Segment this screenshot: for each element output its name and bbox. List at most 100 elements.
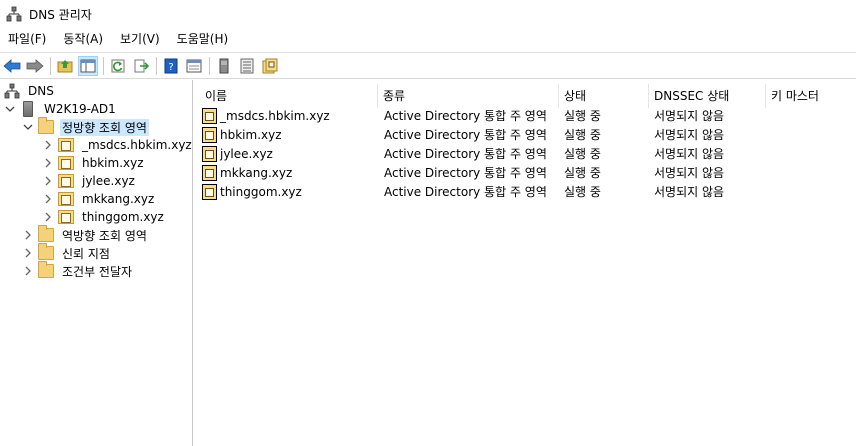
zone-icon — [202, 127, 217, 143]
tree-node-zone[interactable]: jylee.xyz — [42, 172, 137, 190]
toolbar: ? — [0, 52, 856, 79]
cell-status: 실행 중 — [564, 128, 601, 142]
tree-label-zone: thinggom.xyz — [82, 210, 164, 224]
forward-arrow-icon[interactable] — [25, 56, 45, 76]
tree-node-zone[interactable]: mkkang.xyz — [42, 190, 156, 208]
tree-label-dns: DNS — [28, 84, 54, 98]
cell-status: 실행 중 — [564, 109, 601, 123]
column-headers: 이름 종류 상태 DNSSEC 상태 키 마스터 — [196, 84, 856, 108]
list-row[interactable]: mkkang.xyz Active Directory 통합 주 영역 실행 중… — [196, 164, 856, 183]
cell-name: _msdcs.hbkim.xyz — [220, 109, 330, 123]
tree-label-zone: _msdcs.hbkim.xyz — [82, 138, 192, 152]
tree-label-conditional-forwarders: 조건부 전달자 — [62, 264, 133, 279]
chevron-down-icon[interactable] — [4, 103, 16, 115]
menu-bar: 파일(F) 동작(A) 보기(V) 도움말(H) — [0, 28, 856, 50]
tree-node-reverse-zones[interactable]: 역방향 조회 영역 — [22, 225, 149, 244]
zone-icon — [202, 108, 217, 124]
zone-icon — [58, 156, 74, 170]
zone-icon — [58, 192, 74, 206]
cell-status: 실행 중 — [564, 185, 601, 199]
tree-node-server[interactable]: W2K19-AD1 — [4, 100, 118, 118]
chevron-right-icon[interactable] — [42, 211, 54, 223]
zone-icon — [58, 138, 74, 152]
list-icon[interactable] — [237, 56, 257, 76]
back-arrow-icon[interactable] — [2, 56, 22, 76]
export-list-icon[interactable] — [131, 56, 151, 76]
chevron-down-icon[interactable] — [22, 121, 34, 133]
server-icon[interactable] — [214, 56, 234, 76]
cell-name: jylee.xyz — [220, 147, 273, 161]
chevron-right-icon[interactable] — [42, 157, 54, 169]
column-header-type[interactable]: 종류 — [378, 84, 559, 108]
tree-label-forward-zones: 정방향 조회 영역 — [60, 118, 149, 136]
cell-name: thinggom.xyz — [220, 185, 302, 199]
dns-manager-icon — [6, 6, 22, 22]
tree-label-zone: hbkim.xyz — [82, 156, 144, 170]
title-bar: DNS 관리자 — [0, 0, 856, 28]
folder-open-icon — [38, 117, 54, 134]
tree-node-zone[interactable]: thinggom.xyz — [42, 208, 166, 226]
tree-node-zone[interactable]: hbkim.xyz — [42, 154, 146, 172]
cell-status: 실행 중 — [564, 166, 601, 180]
cell-type: Active Directory 통합 주 영역 — [384, 128, 547, 142]
menu-view[interactable]: 보기(V) — [114, 28, 166, 50]
zone-icon — [202, 184, 217, 200]
up-folder-icon[interactable] — [55, 56, 75, 76]
show-hide-tree-icon[interactable] — [78, 55, 98, 76]
cell-name: hbkim.xyz — [220, 128, 282, 142]
toolbar-separator — [50, 56, 51, 75]
chevron-right-icon[interactable] — [42, 175, 54, 187]
menu-action[interactable]: 동작(A) — [57, 28, 109, 50]
refresh-icon[interactable] — [108, 56, 128, 76]
tree-node-dns[interactable]: DNS — [4, 82, 56, 100]
cell-status: 실행 중 — [564, 147, 601, 161]
zone-icon — [202, 146, 217, 162]
tree-label-reverse-zones: 역방향 조회 영역 — [62, 228, 147, 243]
results-pane: 이름 종류 상태 DNSSEC 상태 키 마스터 _msdcs.hbkim.xy… — [196, 80, 856, 446]
tree-node-trust-points[interactable]: 신뢰 지점 — [22, 243, 112, 262]
chevron-right-icon[interactable] — [22, 229, 34, 241]
list-row[interactable]: thinggom.xyz Active Directory 통합 주 영역 실행… — [196, 183, 856, 202]
tree-label-server: W2K19-AD1 — [44, 102, 116, 116]
chevron-right-icon[interactable] — [22, 265, 34, 277]
server-icon — [23, 101, 33, 117]
menu-help[interactable]: 도움말(H) — [171, 28, 235, 50]
toolbar-separator — [156, 56, 157, 75]
cell-dnssec: 서명되지 않음 — [654, 147, 725, 161]
help-icon[interactable]: ? — [161, 56, 181, 76]
svg-text:?: ? — [168, 62, 173, 73]
chevron-right-icon[interactable] — [42, 193, 54, 205]
tree-node-conditional-forwarders[interactable]: 조건부 전달자 — [22, 261, 134, 280]
list-row[interactable]: hbkim.xyz Active Directory 통합 주 영역 실행 중 … — [196, 126, 856, 145]
zone-icon[interactable] — [260, 56, 280, 76]
tree-node-zone[interactable]: _msdcs.hbkim.xyz — [42, 136, 192, 154]
cell-dnssec: 서명되지 않음 — [654, 166, 725, 180]
toolbar-separator — [103, 56, 104, 75]
column-header-status[interactable]: 상태 — [559, 84, 649, 108]
tree-label-trust-points: 신뢰 지점 — [62, 246, 110, 261]
zone-icon — [58, 210, 74, 224]
column-header-name[interactable]: 이름 — [200, 84, 378, 108]
folder-icon — [38, 261, 54, 278]
cell-dnssec: 서명되지 않음 — [654, 109, 725, 123]
tree-label-zone: mkkang.xyz — [82, 192, 155, 206]
list-row[interactable]: _msdcs.hbkim.xyz Active Directory 통합 주 영… — [196, 107, 856, 126]
zone-icon — [58, 174, 74, 188]
cell-name: mkkang.xyz — [220, 166, 293, 180]
console-tree: DNS W2K19-AD1 정방향 조회 영역 _msdcs.hbkim.xyz… — [0, 80, 193, 446]
list-row[interactable]: jylee.xyz Active Directory 통합 주 영역 실행 중 … — [196, 145, 856, 164]
column-header-key-master[interactable]: 키 마스터 — [766, 84, 854, 108]
cell-dnssec: 서명되지 않음 — [654, 185, 725, 199]
cell-dnssec: 서명되지 않음 — [654, 128, 725, 142]
chevron-right-icon[interactable] — [42, 139, 54, 151]
chevron-right-icon[interactable] — [22, 247, 34, 259]
cell-type: Active Directory 통합 주 영역 — [384, 185, 547, 199]
window-title: DNS 관리자 — [29, 7, 92, 22]
column-header-dnssec[interactable]: DNSSEC 상태 — [649, 84, 766, 108]
tree-node-forward-zones[interactable]: 정방향 조회 영역 — [22, 117, 149, 136]
cell-type: Active Directory 통합 주 영역 — [384, 166, 547, 180]
properties-icon[interactable] — [184, 56, 204, 76]
menu-file[interactable]: 파일(F) — [2, 28, 52, 50]
cell-type: Active Directory 통합 주 영역 — [384, 109, 547, 123]
folder-icon — [38, 243, 54, 260]
